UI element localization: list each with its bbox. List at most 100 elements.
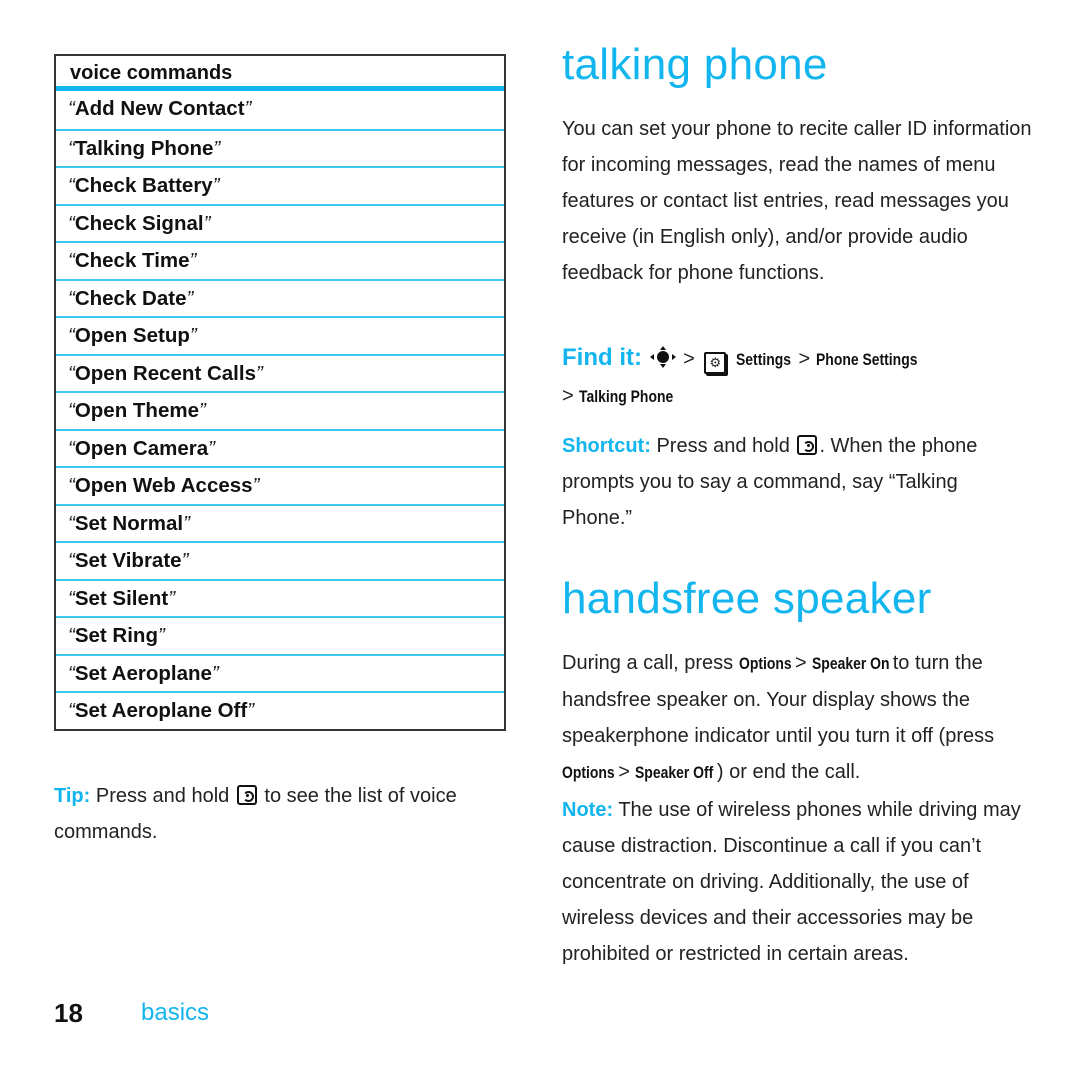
voice-command-text: Set Silent: [74, 586, 169, 610]
voice-command-text: Open Recent Calls: [74, 361, 256, 385]
path-separator: >: [798, 348, 811, 370]
section-name: basics: [141, 999, 210, 1026]
open-quote: “: [68, 474, 75, 497]
voice-command-text: Open Camera: [74, 436, 209, 460]
voice-command-text: Check Date: [74, 286, 187, 310]
open-quote: “: [68, 399, 75, 422]
shortcut-text-before: Press and hold: [656, 435, 790, 457]
close-quote: ”: [181, 549, 189, 572]
voice-command-text: Set Aeroplane Off: [74, 699, 248, 722]
open-quote: “: [68, 174, 75, 197]
table-row: “Set Vibrate”: [56, 541, 504, 579]
table-row: “Set Aeroplane”: [56, 653, 504, 692]
note-text: The use of wireless phones while driving…: [562, 799, 1021, 965]
path-separator: >: [562, 385, 574, 407]
open-quote: “: [68, 136, 75, 160]
close-quote: ”: [244, 97, 252, 120]
tip-paragraph: Tip: Press and hold to see the list of v…: [54, 778, 514, 850]
table-row: “Check Battery”: [56, 166, 504, 204]
tip-label: Tip:: [54, 785, 91, 807]
table-row: “Open Camera”: [56, 428, 504, 467]
open-quote: “: [68, 97, 75, 120]
voice-command-text: Set Normal: [74, 511, 184, 535]
table-row: “Open Recent Calls”: [56, 353, 504, 392]
open-quote: “: [68, 286, 75, 310]
menu-item-speaker-on: Speaker On: [812, 654, 890, 673]
section-title-talking-phone: talking phone: [562, 40, 828, 89]
voice-command-text: Talking Phone: [74, 136, 214, 160]
open-quote: “: [68, 324, 75, 347]
find-it-label: Find it:: [562, 344, 642, 371]
close-quote: ”: [199, 399, 206, 422]
voice-key-icon: [797, 435, 818, 455]
shortcut-label: Shortcut:: [562, 435, 651, 457]
menu-item-speaker-off: Speaker Off: [635, 763, 714, 782]
path-separator: >: [618, 761, 630, 783]
voice-command-text: Check Time: [74, 249, 190, 272]
close-quote: ”: [252, 474, 260, 497]
table-row: “Set Aeroplane Off”: [56, 691, 504, 729]
handsfree-text-1: During a call, press: [562, 652, 734, 674]
voice-command-text: Set Ring: [74, 624, 158, 647]
open-quote: “: [68, 661, 75, 685]
open-quote: “: [68, 549, 75, 572]
open-quote: “: [68, 211, 75, 235]
table-body: “Add New Contact” “Talking Phone” “Check B…: [56, 91, 504, 729]
close-quote: ”: [183, 511, 190, 535]
note-paragraph: Note: The use of wireless phones while d…: [562, 792, 1032, 972]
open-quote: “: [68, 511, 75, 535]
open-quote: “: [68, 249, 75, 272]
table-row: “Talking Phone”: [56, 128, 504, 167]
table-row: “Open Theme”: [56, 391, 504, 429]
table-row: “Add New Contact”: [56, 91, 504, 129]
table-row: “Set Normal”: [56, 503, 504, 542]
voice-command-text: Add New Contact: [74, 97, 245, 120]
table-row: “Open Web Access”: [56, 466, 504, 504]
table-header: voice commands: [56, 56, 504, 91]
shortcut-paragraph: Shortcut: Press and hold . When the phon…: [562, 428, 1032, 536]
tip-text-before: Press and hold: [95, 785, 230, 807]
voice-command-text: Open Setup: [74, 324, 190, 347]
close-quote: ”: [212, 174, 220, 197]
note-label: Note:: [562, 799, 614, 821]
table-row: “Open Setup”: [56, 316, 504, 354]
nav-key-icon: [648, 345, 678, 369]
open-quote: “: [68, 361, 75, 385]
close-quote: ”: [189, 249, 197, 272]
voice-command-text: Check Battery: [74, 174, 213, 197]
table-row: “Check Date”: [56, 278, 504, 317]
menu-item-phone-settings: Phone Settings: [815, 350, 918, 369]
voice-command-text: Open Web Access: [74, 474, 253, 497]
open-quote: “: [68, 624, 75, 647]
table-row: “Set Silent”: [56, 578, 504, 617]
close-quote: ”: [211, 661, 219, 685]
open-quote: “: [68, 699, 75, 722]
menu-item-options: Options: [562, 763, 615, 782]
table-row: “Check Time”: [56, 241, 504, 279]
voice-command-text: Check Signal: [74, 211, 204, 235]
close-quote: ”: [208, 436, 215, 460]
close-quote: ”: [203, 211, 211, 235]
table-row: “Set Ring”: [56, 616, 504, 654]
section-title-handsfree-speaker: handsfree speaker: [562, 574, 932, 623]
path-separator: >: [683, 348, 695, 370]
talking-phone-body: You can set your phone to recite caller …: [562, 118, 1032, 284]
close-quote: ”: [168, 586, 176, 610]
open-quote: “: [68, 436, 75, 460]
close-quote: ”: [157, 624, 165, 647]
close-quote: ”: [213, 136, 221, 160]
menu-item-settings: Settings: [735, 350, 791, 369]
menu-item-options: Options: [738, 654, 792, 673]
voice-command-text: Set Aeroplane: [74, 661, 212, 685]
menu-item-talking-phone: Talking Phone: [579, 387, 674, 406]
voice-key-icon: [236, 785, 257, 805]
voice-commands-table: voice commands “Add New Contact” “Talking…: [54, 54, 506, 731]
table-row: “Check Signal”: [56, 203, 504, 242]
handsfree-body: During a call, press Options > Speaker On…: [562, 645, 1032, 791]
voice-command-text: Set Vibrate: [74, 549, 182, 572]
handsfree-text-3: ) or end the call.: [716, 761, 861, 783]
find-it-path: Find it: > ⚙ Settings > Phone Settings >…: [562, 340, 1032, 415]
menu-key-icon: ⚙: [704, 352, 727, 374]
close-quote: ”: [247, 699, 255, 722]
page-number: 18: [54, 998, 83, 1028]
